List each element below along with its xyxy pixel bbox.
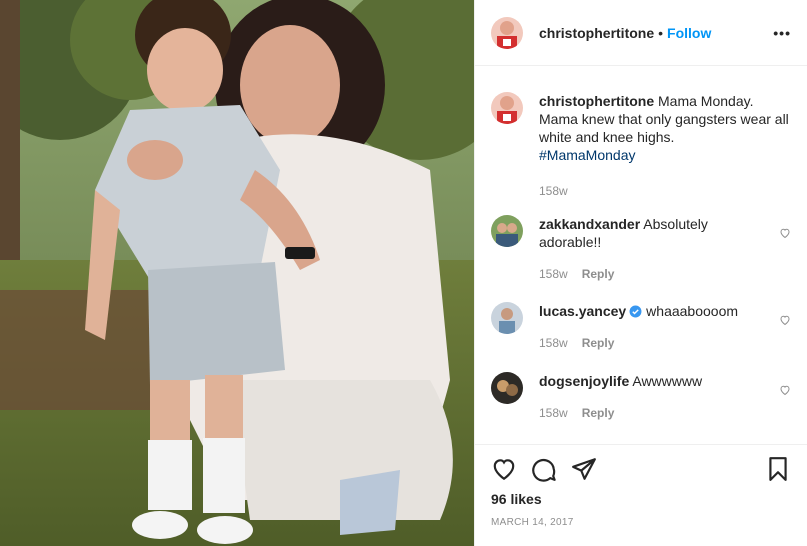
more-options-button[interactable]: •••: [773, 25, 791, 41]
caption-avatar[interactable]: [491, 92, 523, 124]
comment-item: dogsenjoylife Awwwwww 158w Reply: [491, 372, 791, 422]
likes-count[interactable]: 96 likes: [491, 491, 791, 507]
like-comment-heart-icon[interactable]: [779, 314, 791, 326]
comment-username[interactable]: zakkandxander: [539, 216, 640, 232]
comment-text: Awwwwww: [632, 373, 703, 389]
verified-badge-icon: [629, 305, 642, 318]
post-side-panel: christophertitone • Follow ••• christoph…: [474, 0, 807, 546]
commenter-avatar[interactable]: [491, 302, 523, 334]
comments-list[interactable]: christophertitone Mama Monday. Mama knew…: [475, 66, 807, 444]
post-modal: christophertitone • Follow ••• christoph…: [0, 0, 807, 546]
comment-item: lucas.yancey whaaaboooom 158w Reply: [491, 302, 791, 352]
bookmark-icon[interactable]: [765, 456, 791, 482]
comment-item: zakkandxander Absolutely adorable!! 158w…: [491, 215, 791, 283]
caption-hashtag[interactable]: #MamaMonday: [539, 147, 636, 163]
comment-timestamp[interactable]: 158w: [539, 265, 568, 283]
commenter-avatar[interactable]: [491, 372, 523, 404]
commenter-avatar[interactable]: [491, 215, 523, 247]
post-header: christophertitone • Follow •••: [475, 0, 807, 66]
like-comment-heart-icon[interactable]: [779, 384, 791, 396]
comment-icon[interactable]: [531, 456, 557, 482]
reply-button[interactable]: Reply: [582, 334, 615, 352]
action-icons: [491, 445, 791, 493]
post-actions: 96 likes MARCH 14, 2017: [475, 444, 807, 546]
author-avatar[interactable]: [491, 16, 523, 49]
caption-username[interactable]: christophertitone: [539, 93, 654, 109]
comment-timestamp[interactable]: 158w: [539, 334, 568, 352]
comment-username[interactable]: lucas.yancey: [539, 303, 626, 319]
caption: christophertitone Mama Monday. Mama knew…: [491, 92, 791, 200]
reply-button[interactable]: Reply: [582, 404, 615, 422]
photo-illustration: [0, 0, 474, 546]
reply-button[interactable]: Reply: [582, 265, 615, 283]
like-comment-heart-icon[interactable]: [779, 227, 791, 239]
comment-timestamp[interactable]: 158w: [539, 404, 568, 422]
caption-timestamp[interactable]: 158w: [539, 182, 568, 200]
post-photo[interactable]: [0, 0, 474, 546]
comment-text: whaaaboooom: [646, 303, 739, 319]
heart-icon[interactable]: [491, 456, 517, 482]
author-username[interactable]: christophertitone: [539, 25, 654, 41]
post-date: MARCH 14, 2017: [491, 517, 574, 528]
comment-username[interactable]: dogsenjoylife: [539, 373, 629, 389]
follow-button[interactable]: Follow: [667, 25, 711, 41]
share-icon[interactable]: [571, 456, 597, 482]
separator-dot: •: [658, 24, 664, 41]
